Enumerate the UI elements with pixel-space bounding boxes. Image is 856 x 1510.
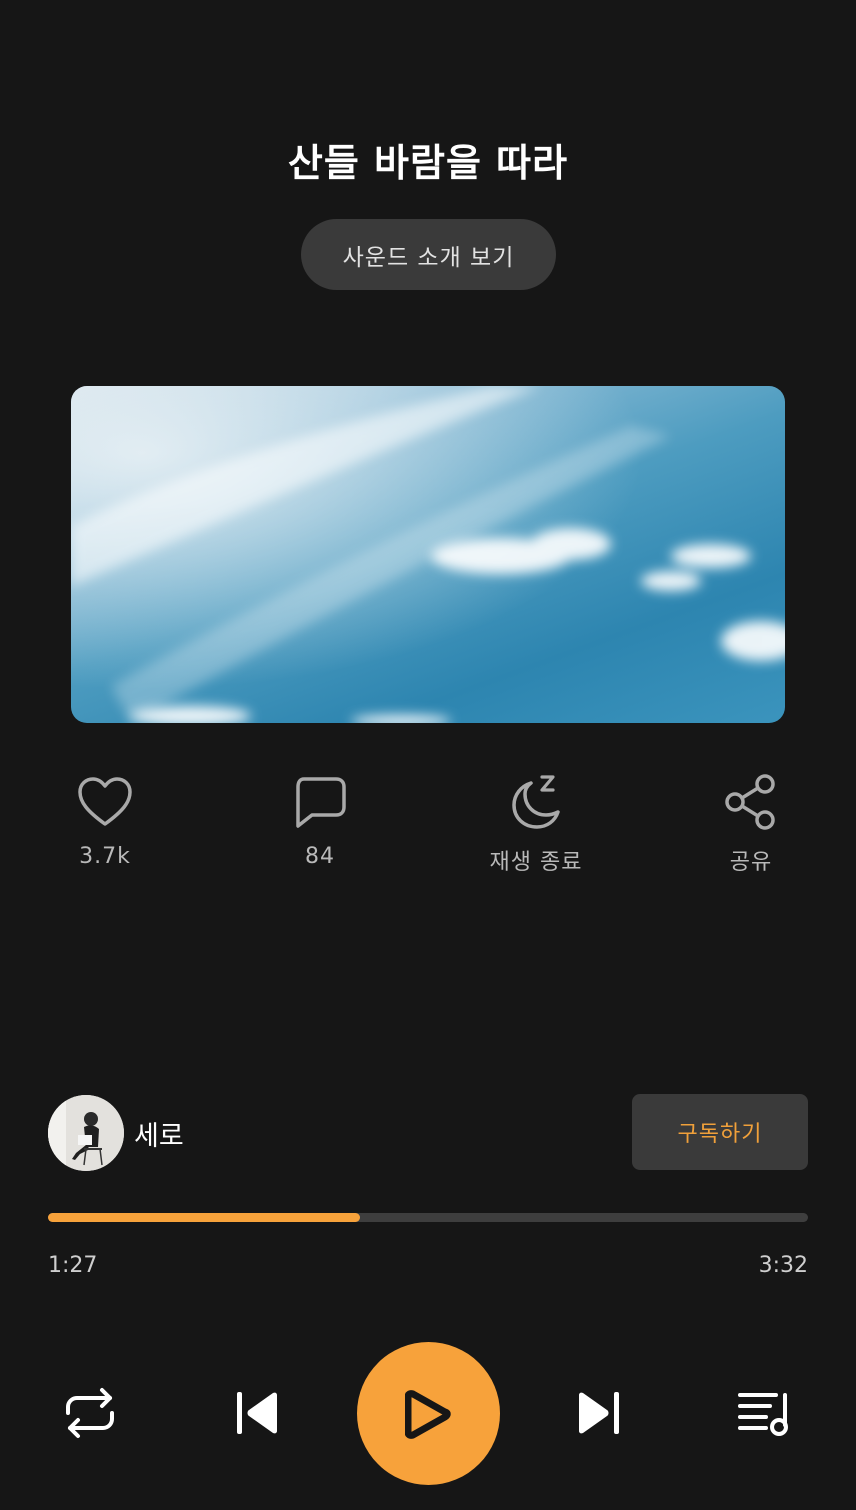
- avatar[interactable]: [48, 1095, 124, 1171]
- progress-bar[interactable]: [48, 1213, 808, 1222]
- share-label: 공유: [729, 850, 773, 875]
- sound-intro-button[interactable]: 사운드 소개 보기: [301, 219, 556, 290]
- playlist-icon: [738, 1393, 788, 1436]
- comment-button[interactable]: 84: [245, 770, 395, 869]
- skip-next-icon: [579, 1392, 619, 1434]
- playback-controls: [0, 1340, 856, 1490]
- sleep-moon-icon: [512, 775, 560, 829]
- heart-icon: [78, 777, 132, 826]
- play-button[interactable]: [357, 1342, 500, 1485]
- like-button[interactable]: 3.7k: [30, 770, 180, 869]
- total-time: 3:32: [758, 1253, 808, 1278]
- share-button[interactable]: 공유: [676, 770, 826, 876]
- repeat-button[interactable]: [60, 1385, 120, 1441]
- play-icon: [404, 1389, 451, 1439]
- share-icon: [725, 774, 775, 830]
- track-title: 산들 바람을 따라: [287, 141, 569, 185]
- progress-fill: [48, 1213, 360, 1222]
- skip-previous-icon: [237, 1392, 277, 1434]
- next-button[interactable]: [572, 1387, 628, 1439]
- like-count: 3.7k: [79, 844, 131, 869]
- comment-count: 84: [305, 844, 335, 869]
- playlist-button[interactable]: [734, 1385, 794, 1441]
- artist-name[interactable]: 세로: [134, 1114, 184, 1153]
- current-time: 1:27: [48, 1253, 98, 1278]
- sleep-timer-button[interactable]: 재생 종료: [461, 770, 611, 876]
- subscribe-button[interactable]: 구독하기: [632, 1094, 808, 1170]
- cover-image: [71, 386, 785, 723]
- repeat-icon: [66, 1388, 114, 1438]
- comment-icon: [296, 777, 346, 828]
- previous-button[interactable]: [228, 1387, 284, 1439]
- sleep-timer-label: 재생 종료: [489, 850, 583, 875]
- artist-row: 세로 구독하기: [48, 1094, 808, 1171]
- action-bar: 3.7k 84 재생 종료 공유: [0, 770, 856, 890]
